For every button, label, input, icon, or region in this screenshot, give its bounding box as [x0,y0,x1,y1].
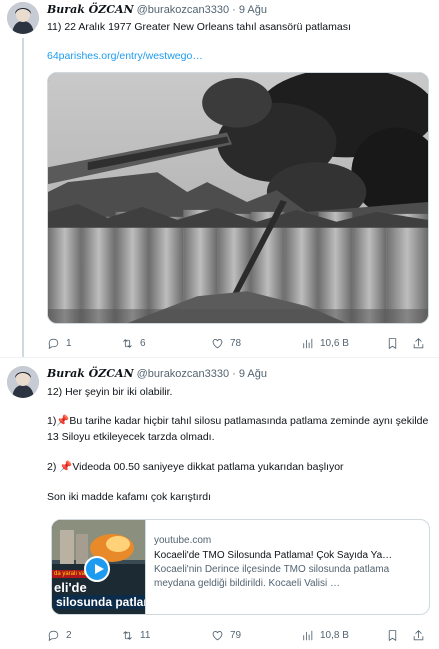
separator-dot: · [232,4,236,16]
reply-button[interactable]: 1 [47,337,72,350]
tweet-timestamp[interactable]: 9 Ağu [239,367,267,381]
reply-icon [48,630,59,641]
retweet-icon [123,338,132,348]
views-button[interactable]: 10,8 B [301,629,349,642]
tweet-photo[interactable] [47,72,429,324]
thumbnail-headline: silosunda patlam [54,595,145,609]
share-icon [413,629,424,640]
views-icon [303,630,313,640]
tweet-text: 11) 22 Aralık 1977 Greater New Orleans t… [47,21,351,33]
retweet-icon [123,630,132,640]
tweet-actions: 2 11 79 10,8 B [47,627,431,643]
tweet-link[interactable]: 64parishes.org/entry/westwego… [47,49,431,63]
reply-count: 2 [66,629,72,641]
like-count: 78 [230,337,242,349]
share-button[interactable] [412,629,425,642]
bookmark-button[interactable] [386,337,399,350]
photo-grain-elevator-explosion-icon [48,73,428,323]
bookmark-icon [388,337,397,349]
share-icon [413,337,424,348]
tweet-content: Burak ÖZCAN @burakozcan3330 · 9 Ağu 11) … [47,3,431,349]
card-domain: youtube.com [154,535,212,546]
views-icon [303,338,313,348]
share-button[interactable] [412,337,425,350]
like-button[interactable]: 79 [211,629,241,642]
bookmark-button[interactable] [386,629,399,642]
tweet[interactable]: Burak ÖZCAN @burakozcan3330 · 9 Ağu 12) … [0,358,439,649]
views-count: 10,8 B [320,629,349,641]
like-icon [212,630,223,640]
like-icon [212,338,223,348]
video-thumbnail[interactable]: da yaralı var! eli'de silosunda patlam [52,520,146,614]
link-preview-card[interactable]: da yaralı var! eli'de silosunda patlam y… [51,519,430,615]
card-title: Kocaeli'de TMO Silosunda Patlama! Çok Sa… [154,550,393,561]
author-name[interactable]: Burak ÖZCAN [47,3,134,17]
avatar[interactable] [7,2,39,34]
tweet-content: Burak ÖZCAN @burakozcan3330 · 9 Ağu 12) … [47,367,431,641]
timeline-feed: Burak ÖZCAN @burakozcan3330 · 9 Ağu 11) … [0,0,439,649]
retweet-button[interactable]: 11 [121,629,150,642]
tweet-header: Burak ÖZCAN @burakozcan3330 · 9 Ağu [47,3,431,17]
retweet-button[interactable]: 6 [121,337,146,350]
separator-dot: · [232,368,236,380]
author-handle[interactable]: @burakozcan3330 [137,367,230,381]
thread-line [22,38,24,358]
tweet-paragraph: Son iki madde kafamı çok karıştırdı [47,491,211,503]
reply-button[interactable]: 2 [47,629,72,642]
reply-icon [48,338,59,349]
like-button[interactable]: 78 [211,337,241,350]
play-icon[interactable] [84,556,110,582]
tweet-paragraph: 1)📌Bu tarihe kadar hiçbir tahıl silosu p… [47,415,429,443]
tweet-actions: 1 6 78 10,6 B [47,335,431,351]
tweet-paragraph: 2) 📌Videoda 00.50 saniyeye dikkat patlam… [47,461,344,473]
tweet-header: Burak ÖZCAN @burakozcan3330 · 9 Ağu [47,367,431,381]
author-handle[interactable]: @burakozcan3330 [137,3,230,17]
card-description: Kocaeli'nin Derince ilçesinde TMO silosu… [154,564,390,589]
retweet-count: 11 [140,629,151,641]
author-name[interactable]: Burak ÖZCAN [47,367,134,381]
bookmark-icon [388,629,397,641]
avatar[interactable] [7,366,39,398]
like-count: 79 [230,629,242,641]
views-count: 10,6 B [320,337,349,349]
tweet-timestamp[interactable]: 9 Ağu [239,3,267,17]
reply-count: 1 [66,337,72,349]
views-button[interactable]: 10,6 B [301,337,349,350]
thumbnail-headline: eli'de [54,580,87,595]
card-text: youtube.com Kocaeli'de TMO Silosunda Pat… [146,520,429,614]
tweet[interactable]: Burak ÖZCAN @burakozcan3330 · 9 Ağu 11) … [0,0,439,358]
tweet-paragraph: 12) Her şeyin bir iki olabilir. [47,386,173,398]
retweet-count: 6 [140,337,146,349]
